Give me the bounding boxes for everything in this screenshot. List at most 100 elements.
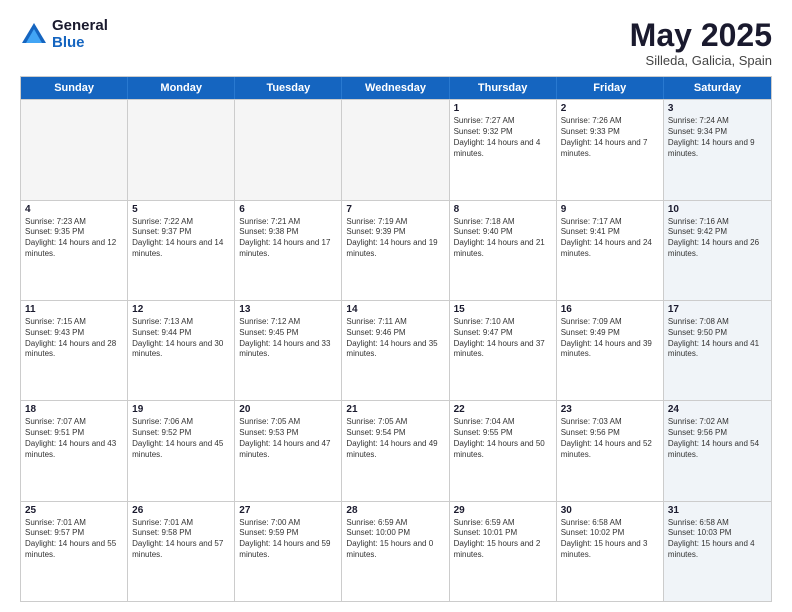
day-cell-9: 9Sunrise: 7:17 AM Sunset: 9:41 PM Daylig… xyxy=(557,201,664,300)
cell-info: Sunrise: 7:10 AM Sunset: 9:47 PM Dayligh… xyxy=(454,317,552,360)
day-number: 21 xyxy=(346,404,444,415)
header-day-wednesday: Wednesday xyxy=(342,77,449,99)
day-number: 27 xyxy=(239,505,337,516)
day-cell-21: 21 Sunrise: 7:05 AM Sunset: 9:54 PM Dayli… xyxy=(342,401,449,500)
day-number: 28 xyxy=(346,505,444,516)
calendar-header: SundayMondayTuesdayWednesdayThursdayFrid… xyxy=(21,77,771,99)
day-number: 22 xyxy=(454,404,552,415)
cell-info: Sunrise: 7:06 AM Sunset: 9:52 PM Dayligh… xyxy=(132,417,230,460)
header-day-saturday: Saturday xyxy=(664,77,771,99)
cell-info: Sunrise: 7:23 AM Sunset: 9:35 PM Dayligh… xyxy=(25,217,123,260)
day-number: 4 xyxy=(25,204,123,215)
empty-cell xyxy=(21,100,128,199)
day-cell-3: 3Sunrise: 7:24 AM Sunset: 9:34 PM Daylig… xyxy=(664,100,771,199)
cell-info: Sunrise: 7:09 AM Sunset: 9:49 PM Dayligh… xyxy=(561,317,659,360)
cell-info: Sunrise: 7:11 AM Sunset: 9:46 PM Dayligh… xyxy=(346,317,444,360)
cell-info: Sunrise: 7:17 AM Sunset: 9:41 PM Dayligh… xyxy=(561,217,659,260)
empty-cell xyxy=(128,100,235,199)
day-number: 20 xyxy=(239,404,337,415)
day-number: 29 xyxy=(454,505,552,516)
day-cell-22: 22 Sunrise: 7:04 AM Sunset: 9:55 PM Dayli… xyxy=(450,401,557,500)
day-number: 19 xyxy=(132,404,230,415)
header: General Blue May 2025 Silleda, Galicia, … xyxy=(20,18,772,68)
day-number: 10 xyxy=(668,204,767,215)
day-cell-28: 28 Sunrise: 6:59 AM Sunset: 10:00 PM Dayl… xyxy=(342,502,449,601)
header-day-sunday: Sunday xyxy=(21,77,128,99)
cell-info: Sunrise: 7:15 AM Sunset: 9:43 PM Dayligh… xyxy=(25,317,123,360)
logo-blue: Blue xyxy=(52,35,108,52)
cell-info: Sunrise: 6:58 AM Sunset: 10:02 PM Daylig… xyxy=(561,518,659,561)
cell-info: Sunrise: 7:05 AM Sunset: 9:54 PM Dayligh… xyxy=(346,417,444,460)
day-number: 8 xyxy=(454,204,552,215)
cell-info: Sunrise: 7:05 AM Sunset: 9:53 PM Dayligh… xyxy=(239,417,337,460)
day-cell-19: 19 Sunrise: 7:06 AM Sunset: 9:52 PM Dayli… xyxy=(128,401,235,500)
month-year: May 2025 xyxy=(630,18,772,53)
cell-info: Sunrise: 7:08 AM Sunset: 9:50 PM Dayligh… xyxy=(668,317,767,360)
day-number: 6 xyxy=(239,204,337,215)
calendar: SundayMondayTuesdayWednesdayThursdayFrid… xyxy=(20,76,772,602)
cell-info: Sunrise: 7:04 AM Sunset: 9:55 PM Dayligh… xyxy=(454,417,552,460)
day-number: 13 xyxy=(239,304,337,315)
day-number: 26 xyxy=(132,505,230,516)
cell-info: Sunrise: 7:03 AM Sunset: 9:56 PM Dayligh… xyxy=(561,417,659,460)
cell-info: Sunrise: 7:16 AM Sunset: 9:42 PM Dayligh… xyxy=(668,217,767,260)
cell-info: Sunrise: 6:59 AM Sunset: 10:00 PM Daylig… xyxy=(346,518,444,561)
day-number: 1 xyxy=(454,103,552,114)
day-cell-7: 7Sunrise: 7:19 AM Sunset: 9:39 PM Daylig… xyxy=(342,201,449,300)
day-cell-30: 30 Sunrise: 6:58 AM Sunset: 10:02 PM Dayl… xyxy=(557,502,664,601)
day-cell-6: 6 Sunrise: 7:21 AM Sunset: 9:38 PM Daylig… xyxy=(235,201,342,300)
day-number: 11 xyxy=(25,304,123,315)
cell-info: Sunrise: 7:22 AM Sunset: 9:37 PM Dayligh… xyxy=(132,217,230,260)
cell-info: Sunrise: 7:24 AM Sunset: 9:34 PM Dayligh… xyxy=(668,116,767,159)
day-cell-18: 18Sunrise: 7:07 AM Sunset: 9:51 PM Dayli… xyxy=(21,401,128,500)
day-number: 12 xyxy=(132,304,230,315)
cell-info: Sunrise: 7:27 AM Sunset: 9:32 PM Dayligh… xyxy=(454,116,552,159)
day-cell-11: 11 Sunrise: 7:15 AM Sunset: 9:43 PM Dayli… xyxy=(21,301,128,400)
cell-info: Sunrise: 7:21 AM Sunset: 9:38 PM Dayligh… xyxy=(239,217,337,260)
logo-text: General Blue xyxy=(52,18,108,51)
calendar-page: General Blue May 2025 Silleda, Galicia, … xyxy=(0,0,792,612)
cell-info: Sunrise: 7:13 AM Sunset: 9:44 PM Dayligh… xyxy=(132,317,230,360)
location: Silleda, Galicia, Spain xyxy=(630,53,772,68)
calendar-row-3: 18Sunrise: 7:07 AM Sunset: 9:51 PM Dayli… xyxy=(21,400,771,500)
logo-general: General xyxy=(52,18,108,35)
calendar-body: 1 Sunrise: 7:27 AM Sunset: 9:32 PM Daylig… xyxy=(21,99,771,601)
day-number: 16 xyxy=(561,304,659,315)
day-cell-10: 10 Sunrise: 7:16 AM Sunset: 9:42 PM Dayli… xyxy=(664,201,771,300)
day-cell-13: 13Sunrise: 7:12 AM Sunset: 9:45 PM Dayli… xyxy=(235,301,342,400)
day-cell-2: 2Sunrise: 7:26 AM Sunset: 9:33 PM Daylig… xyxy=(557,100,664,199)
cell-info: Sunrise: 6:58 AM Sunset: 10:03 PM Daylig… xyxy=(668,518,767,561)
cell-info: Sunrise: 7:02 AM Sunset: 9:56 PM Dayligh… xyxy=(668,417,767,460)
header-day-friday: Friday xyxy=(557,77,664,99)
header-day-monday: Monday xyxy=(128,77,235,99)
day-cell-29: 29 Sunrise: 6:59 AM Sunset: 10:01 PM Dayl… xyxy=(450,502,557,601)
day-cell-12: 12 Sunrise: 7:13 AM Sunset: 9:44 PM Dayli… xyxy=(128,301,235,400)
cell-info: Sunrise: 7:26 AM Sunset: 9:33 PM Dayligh… xyxy=(561,116,659,159)
calendar-row-1: 4 Sunrise: 7:23 AM Sunset: 9:35 PM Daylig… xyxy=(21,200,771,300)
cell-info: Sunrise: 7:01 AM Sunset: 9:57 PM Dayligh… xyxy=(25,518,123,561)
day-number: 14 xyxy=(346,304,444,315)
header-day-thursday: Thursday xyxy=(450,77,557,99)
day-cell-15: 15 Sunrise: 7:10 AM Sunset: 9:47 PM Dayli… xyxy=(450,301,557,400)
cell-info: Sunrise: 7:01 AM Sunset: 9:58 PM Dayligh… xyxy=(132,518,230,561)
logo-icon xyxy=(20,21,48,49)
day-cell-31: 31Sunrise: 6:58 AM Sunset: 10:03 PM Dayl… xyxy=(664,502,771,601)
empty-cell xyxy=(342,100,449,199)
day-cell-4: 4 Sunrise: 7:23 AM Sunset: 9:35 PM Daylig… xyxy=(21,201,128,300)
day-number: 30 xyxy=(561,505,659,516)
day-cell-17: 17Sunrise: 7:08 AM Sunset: 9:50 PM Dayli… xyxy=(664,301,771,400)
cell-info: Sunrise: 7:18 AM Sunset: 9:40 PM Dayligh… xyxy=(454,217,552,260)
day-number: 18 xyxy=(25,404,123,415)
day-cell-27: 27Sunrise: 7:00 AM Sunset: 9:59 PM Dayli… xyxy=(235,502,342,601)
day-number: 5 xyxy=(132,204,230,215)
day-cell-14: 14 Sunrise: 7:11 AM Sunset: 9:46 PM Dayli… xyxy=(342,301,449,400)
title-block: May 2025 Silleda, Galicia, Spain xyxy=(630,18,772,68)
day-cell-20: 20 Sunrise: 7:05 AM Sunset: 9:53 PM Dayli… xyxy=(235,401,342,500)
day-cell-23: 23 Sunrise: 7:03 AM Sunset: 9:56 PM Dayli… xyxy=(557,401,664,500)
cell-info: Sunrise: 6:59 AM Sunset: 10:01 PM Daylig… xyxy=(454,518,552,561)
logo: General Blue xyxy=(20,18,108,51)
day-number: 25 xyxy=(25,505,123,516)
day-number: 15 xyxy=(454,304,552,315)
day-cell-26: 26 Sunrise: 7:01 AM Sunset: 9:58 PM Dayli… xyxy=(128,502,235,601)
day-number: 23 xyxy=(561,404,659,415)
